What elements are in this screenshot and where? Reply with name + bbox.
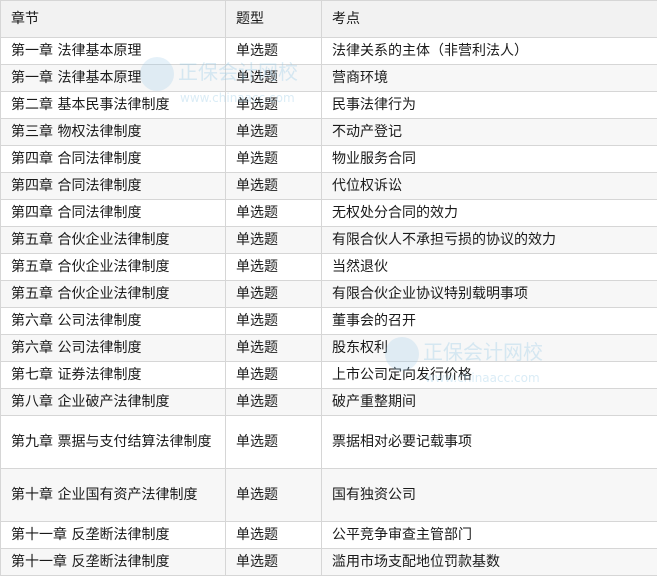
cell-topic: 滥用市场支配地位罚款基数 [322, 549, 657, 576]
cell-chapter: 第二章 基本民事法律制度 [1, 92, 226, 119]
table-row: 第九章 票据与支付结算法律制度单选题票据相对必要记载事项 [1, 416, 657, 469]
table-row: 第五章 合伙企业法律制度单选题当然退伙 [1, 254, 657, 281]
cell-chapter: 第十一章 反垄断法律制度 [1, 522, 226, 549]
table-row: 第四章 合同法律制度单选题物业服务合同 [1, 146, 657, 173]
cell-question-type: 单选题 [226, 362, 322, 389]
cell-topic: 代位权诉讼 [322, 173, 657, 200]
table-row: 第三章 物权法律制度单选题不动产登记 [1, 119, 657, 146]
table-body: 第一章 法律基本原理单选题法律关系的主体（非营利法人）第一章 法律基本原理单选题… [1, 38, 657, 576]
cell-question-type: 单选题 [226, 146, 322, 173]
cell-topic: 无权处分合同的效力 [322, 200, 657, 227]
table-header-row: 章节 题型 考点 [1, 1, 657, 38]
cell-question-type: 单选题 [226, 522, 322, 549]
cell-topic: 法律关系的主体（非营利法人） [322, 38, 657, 65]
table-row: 第十章 企业国有资产法律制度单选题国有独资公司 [1, 469, 657, 522]
table-row: 第八章 企业破产法律制度单选题破产重整期间 [1, 389, 657, 416]
cell-chapter: 第五章 合伙企业法律制度 [1, 227, 226, 254]
cell-topic: 股东权利 [322, 335, 657, 362]
cell-chapter: 第三章 物权法律制度 [1, 119, 226, 146]
cell-question-type: 单选题 [226, 335, 322, 362]
cell-question-type: 单选题 [226, 469, 322, 522]
cell-question-type: 单选题 [226, 200, 322, 227]
cell-topic: 董事会的召开 [322, 308, 657, 335]
table-row: 第四章 合同法律制度单选题无权处分合同的效力 [1, 200, 657, 227]
cell-question-type: 单选题 [226, 65, 322, 92]
cell-topic: 破产重整期间 [322, 389, 657, 416]
table-row: 第七章 证券法律制度单选题上市公司定向发行价格 [1, 362, 657, 389]
cell-question-type: 单选题 [226, 38, 322, 65]
cell-question-type: 单选题 [226, 227, 322, 254]
cell-chapter: 第八章 企业破产法律制度 [1, 389, 226, 416]
table-row: 第一章 法律基本原理单选题法律关系的主体（非营利法人） [1, 38, 657, 65]
cell-question-type: 单选题 [226, 281, 322, 308]
cell-chapter: 第六章 公司法律制度 [1, 335, 226, 362]
cell-topic: 有限合伙企业协议特别载明事项 [322, 281, 657, 308]
cell-question-type: 单选题 [226, 119, 322, 146]
cell-topic: 当然退伙 [322, 254, 657, 281]
table-row: 第四章 合同法律制度单选题代位权诉讼 [1, 173, 657, 200]
cell-question-type: 单选题 [226, 389, 322, 416]
table-row: 第十一章 反垄断法律制度单选题滥用市场支配地位罚款基数 [1, 549, 657, 576]
cell-chapter: 第五章 合伙企业法律制度 [1, 281, 226, 308]
table-row: 第六章 公司法律制度单选题董事会的召开 [1, 308, 657, 335]
cell-topic: 民事法律行为 [322, 92, 657, 119]
cell-chapter: 第一章 法律基本原理 [1, 65, 226, 92]
cell-topic: 国有独资公司 [322, 469, 657, 522]
table-row: 第二章 基本民事法律制度单选题民事法律行为 [1, 92, 657, 119]
cell-question-type: 单选题 [226, 549, 322, 576]
table-row: 第五章 合伙企业法律制度单选题有限合伙人不承担亏损的协议的效力 [1, 227, 657, 254]
cell-topic: 营商环境 [322, 65, 657, 92]
cell-chapter: 第五章 合伙企业法律制度 [1, 254, 226, 281]
cell-topic: 上市公司定向发行价格 [322, 362, 657, 389]
header-topic: 考点 [322, 1, 657, 38]
header-chapter: 章节 [1, 1, 226, 38]
table-row: 第六章 公司法律制度单选题股东权利 [1, 335, 657, 362]
cell-topic: 有限合伙人不承担亏损的协议的效力 [322, 227, 657, 254]
cell-chapter: 第一章 法律基本原理 [1, 38, 226, 65]
cell-chapter: 第四章 合同法律制度 [1, 146, 226, 173]
cell-chapter: 第十章 企业国有资产法律制度 [1, 469, 226, 522]
table-row: 第十一章 反垄断法律制度单选题公平竞争审查主管部门 [1, 522, 657, 549]
cell-topic: 不动产登记 [322, 119, 657, 146]
cell-chapter: 第四章 合同法律制度 [1, 173, 226, 200]
cell-question-type: 单选题 [226, 308, 322, 335]
cell-question-type: 单选题 [226, 254, 322, 281]
cell-question-type: 单选题 [226, 173, 322, 200]
cell-topic: 公平竞争审查主管部门 [322, 522, 657, 549]
cell-topic: 物业服务合同 [322, 146, 657, 173]
exam-topics-table: 章节 题型 考点 第一章 法律基本原理单选题法律关系的主体（非营利法人）第一章 … [0, 0, 657, 576]
table-row: 第一章 法律基本原理单选题营商环境 [1, 65, 657, 92]
cell-question-type: 单选题 [226, 416, 322, 469]
cell-topic: 票据相对必要记载事项 [322, 416, 657, 469]
cell-chapter: 第六章 公司法律制度 [1, 308, 226, 335]
cell-chapter: 第七章 证券法律制度 [1, 362, 226, 389]
cell-chapter: 第九章 票据与支付结算法律制度 [1, 416, 226, 469]
table-row: 第五章 合伙企业法律制度单选题有限合伙企业协议特别载明事项 [1, 281, 657, 308]
cell-question-type: 单选题 [226, 92, 322, 119]
cell-chapter: 第四章 合同法律制度 [1, 200, 226, 227]
cell-chapter: 第十一章 反垄断法律制度 [1, 549, 226, 576]
header-question-type: 题型 [226, 1, 322, 38]
